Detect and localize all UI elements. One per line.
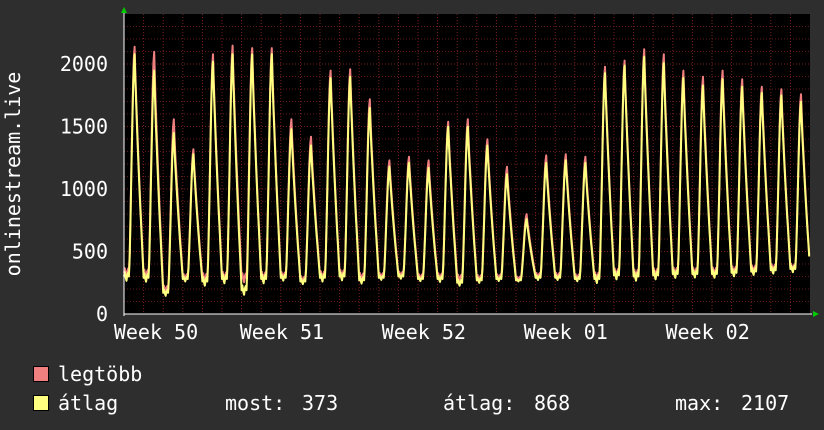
legend-label-atlag: átlag bbox=[58, 391, 119, 415]
stat-atlag-value: 868 bbox=[534, 391, 571, 415]
x-tick-label: Week 51 bbox=[240, 320, 324, 344]
y-tick-label: 1000 bbox=[60, 177, 108, 201]
x-tick-label: Week 02 bbox=[665, 320, 749, 344]
x-tick-label: Week 50 bbox=[114, 320, 198, 344]
stat-max-value: 2107 bbox=[741, 391, 790, 415]
legend-swatch-legtobb bbox=[33, 366, 49, 382]
stat-max-label: max: bbox=[675, 391, 724, 415]
y-tick-label: 500 bbox=[72, 240, 108, 264]
y-tick-label: 1500 bbox=[60, 115, 108, 139]
stat-most-label: most: bbox=[225, 391, 286, 415]
x-tick-label: Week 52 bbox=[382, 320, 466, 344]
stat-atlag-label: átlag: bbox=[443, 391, 516, 415]
stat-most-value: 373 bbox=[302, 391, 339, 415]
x-tick-label: Week 01 bbox=[524, 320, 608, 344]
x-axis-arrow bbox=[813, 311, 819, 317]
legend-swatch-atlag bbox=[33, 395, 49, 411]
y-axis-label: onlinestream.live bbox=[1, 72, 25, 277]
y-tick-label: 0 bbox=[96, 302, 108, 326]
legend-label-legtobb: legtöbb bbox=[58, 362, 143, 386]
y-axis-arrow bbox=[121, 7, 127, 13]
y-tick-label: 2000 bbox=[60, 52, 108, 76]
